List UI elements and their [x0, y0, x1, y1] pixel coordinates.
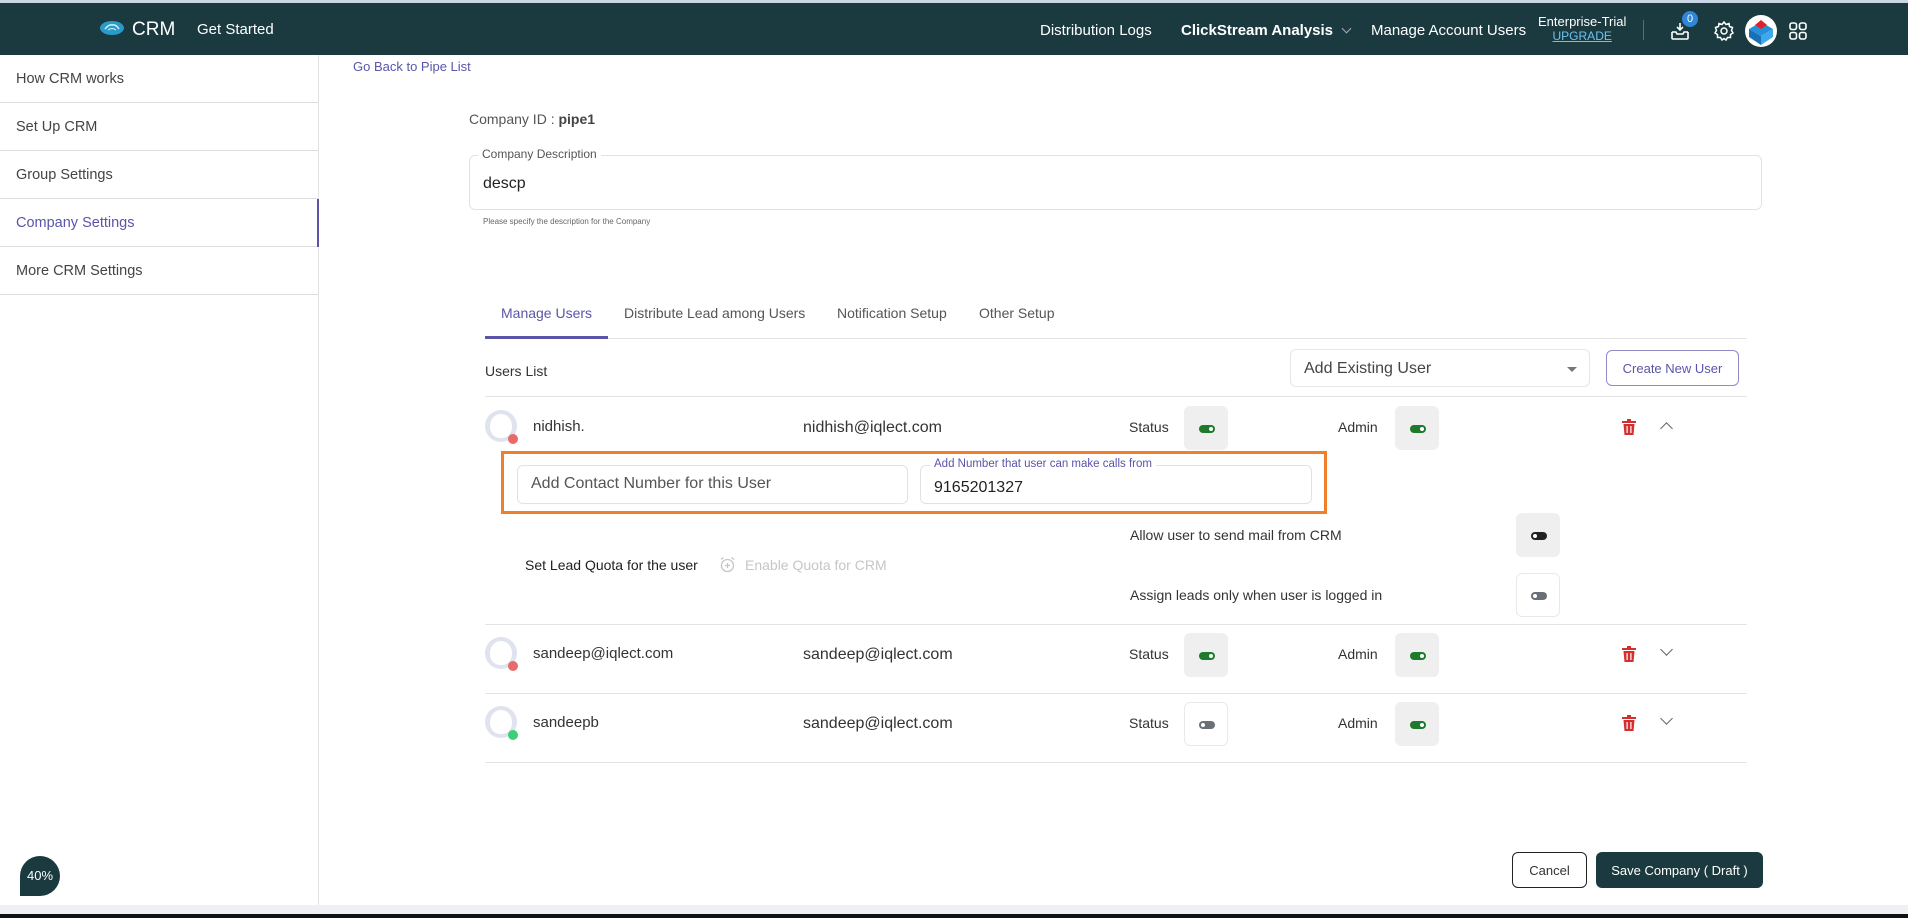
tab-manage-users[interactable]: Manage Users	[501, 305, 592, 321]
notification-badge: 0	[1682, 11, 1698, 27]
toggle-off-icon	[1531, 592, 1547, 600]
tab-other-setup[interactable]: Other Setup	[979, 305, 1055, 321]
plan-info: Enterprise-Trial UPGRADE	[1538, 14, 1626, 44]
trash-icon[interactable]	[1622, 715, 1636, 731]
status-label: Status	[1129, 419, 1169, 435]
sidebar-item-company-settings[interactable]: Company Settings	[0, 199, 319, 247]
sidebar: How CRM works Set Up CRM Group Settings …	[0, 55, 319, 907]
setup-progress-badge[interactable]: 40%	[20, 856, 60, 896]
trash-icon[interactable]	[1622, 646, 1636, 662]
call-number-label: Add Number that user can make calls from	[930, 458, 1156, 470]
toggle-on-icon	[1199, 425, 1215, 433]
tab-notification-setup[interactable]: Notification Setup	[837, 305, 947, 321]
company-id-value: pipe1	[558, 111, 596, 127]
assign-logged-in-toggle[interactable]	[1516, 573, 1560, 617]
chevron-down-icon	[1341, 23, 1352, 34]
chevron-up-icon[interactable]	[1660, 422, 1673, 435]
user-row: sandeep@iqlect.com sandeep@iqlect.com St…	[485, 625, 1747, 694]
chevron-down-icon[interactable]	[1660, 643, 1673, 656]
gear-icon[interactable]	[1713, 20, 1735, 42]
users-list-title: Users List	[485, 363, 548, 379]
caret-down-icon	[1567, 367, 1577, 372]
apps-grid-icon[interactable]	[1787, 20, 1809, 42]
admin-label: Admin	[1338, 646, 1378, 662]
sidebar-item-group-settings[interactable]: Group Settings	[0, 151, 318, 199]
crm-logo-icon	[100, 21, 124, 35]
nav-distribution-logs[interactable]: Distribution Logs	[1040, 22, 1152, 39]
top-navbar: CRM Get Started Distribution Logs ClickS…	[0, 3, 1908, 55]
cancel-button[interactable]: Cancel	[1512, 852, 1587, 888]
settings-tabs: Manage Users Distribute Lead among Users…	[485, 293, 1747, 339]
status-toggle[interactable]	[1184, 406, 1228, 450]
toggle-off-icon	[1531, 532, 1547, 540]
toggle-on-icon	[1410, 652, 1426, 660]
bottom-strip	[0, 905, 1908, 914]
status-toggle[interactable]	[1184, 633, 1228, 677]
company-description-label: Company Description	[478, 147, 601, 161]
go-back-link[interactable]: Go Back to Pipe List	[353, 59, 471, 74]
toggle-on-icon	[1410, 721, 1426, 729]
company-description-help: Please specify the description for the C…	[483, 217, 651, 226]
nav-clickstream-label: ClickStream Analysis	[1181, 22, 1334, 39]
allow-mail-label: Allow user to send mail from CRM	[1130, 527, 1342, 543]
admin-label: Admin	[1338, 419, 1378, 435]
add-existing-user-placeholder: Add Existing User	[1304, 360, 1432, 377]
presence-offline-dot	[508, 434, 518, 444]
create-new-user-button[interactable]: Create New User	[1606, 350, 1739, 386]
contact-number-field[interactable]	[531, 475, 882, 493]
admin-toggle[interactable]	[1395, 702, 1439, 746]
user-email: nidhish@iqlect.com	[803, 419, 942, 436]
presence-offline-dot	[508, 661, 518, 671]
brand-name[interactable]: CRM	[132, 19, 175, 41]
toggle-on-icon	[1199, 652, 1215, 660]
status-label: Status	[1129, 715, 1169, 731]
company-id-label: Company ID :	[469, 111, 559, 127]
company-description-field[interactable]: Company Description descp	[469, 147, 1762, 210]
assign-logged-in-label: Assign leads only when user is logged in	[1130, 587, 1383, 603]
sidebar-item-more-crm-settings[interactable]: More CRM Settings	[0, 247, 318, 295]
company-logo-icon	[1749, 20, 1773, 45]
sidebar-item-set-up-crm[interactable]: Set Up CRM	[0, 103, 318, 151]
alarm-add-icon	[720, 556, 735, 573]
call-number-field[interactable]	[934, 479, 1285, 497]
tab-distribute-lead[interactable]: Distribute Lead among Users	[624, 305, 805, 321]
contact-number-input[interactable]	[517, 465, 908, 504]
chevron-down-icon[interactable]	[1660, 712, 1673, 725]
company-id: Company ID : pipe1	[469, 111, 595, 127]
presence-online-dot	[508, 730, 518, 740]
status-label: Status	[1129, 646, 1169, 662]
toggle-on-icon	[1410, 425, 1426, 433]
sidebar-item-how-crm-works[interactable]: How CRM works	[0, 55, 318, 103]
bottom-border	[0, 914, 1908, 918]
add-existing-user-select[interactable]: Add Existing User	[1290, 349, 1590, 387]
upgrade-link[interactable]: UPGRADE	[1538, 29, 1626, 44]
company-description-value: descp	[483, 175, 526, 192]
users-list-header: Users List Add Existing User Create New …	[485, 340, 1747, 397]
allow-mail-toggle[interactable]	[1516, 513, 1560, 557]
user-name: nidhish.	[533, 418, 585, 435]
user-email: sandeep@iqlect.com	[803, 646, 953, 663]
user-name: sandeepb	[533, 714, 599, 731]
admin-toggle[interactable]	[1395, 633, 1439, 677]
toggle-off-icon	[1199, 721, 1215, 729]
call-number-input[interactable]: Add Number that user can make calls from	[920, 458, 1312, 504]
lead-quota-label: Set Lead Quota for the user	[525, 557, 698, 573]
nav-manage-account-users[interactable]: Manage Account Users	[1371, 22, 1526, 39]
active-tab-indicator	[485, 336, 608, 339]
plan-name: Enterprise-Trial	[1538, 14, 1627, 29]
get-started-link[interactable]: Get Started	[197, 21, 274, 38]
account-avatar[interactable]	[1745, 15, 1777, 47]
user-name: sandeep@iqlect.com	[533, 645, 674, 662]
nav-clickstream-analysis[interactable]: ClickStream Analysis	[1181, 22, 1352, 39]
admin-toggle[interactable]	[1395, 406, 1439, 450]
header-divider	[1643, 20, 1644, 40]
admin-label: Admin	[1338, 715, 1378, 731]
enable-quota-link[interactable]: Enable Quota for CRM	[745, 557, 887, 573]
trash-icon[interactable]	[1622, 419, 1636, 435]
user-email: sandeep@iqlect.com	[803, 715, 953, 732]
status-toggle[interactable]	[1184, 702, 1228, 746]
save-company-draft-button[interactable]: Save Company ( Draft )	[1596, 852, 1763, 888]
user-row: sandeepb sandeep@iqlect.com Status Admin	[485, 694, 1747, 763]
